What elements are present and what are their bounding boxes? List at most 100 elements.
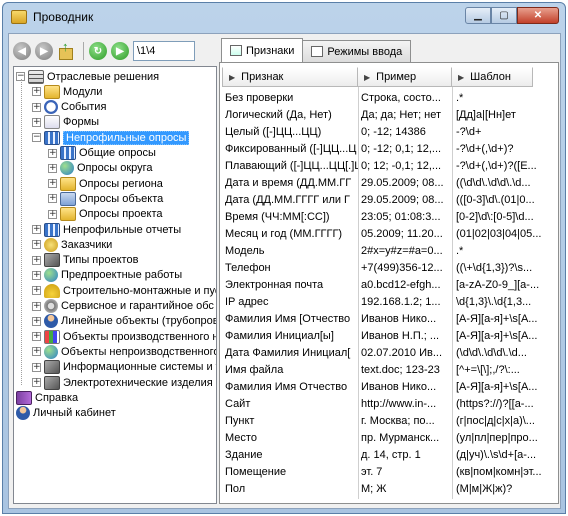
table-row[interactable]: Плавающий ([-]ЦЦ...ЦЦ[.]Ц 0; 12; -0,1; 12… <box>222 157 552 174</box>
money-icon <box>44 237 58 252</box>
tree-item[interactable]: + Сервисное и гарантийное обс <box>32 299 214 314</box>
expand-toggle[interactable]: + <box>48 148 57 158</box>
expand-toggle[interactable]: + <box>32 240 41 250</box>
tree-item-label: Опросы региона <box>79 177 163 190</box>
table-row[interactable]: Целый ([-]ЦЦ...ЦЦ) 0; -12; 14386 -?\d+ <box>222 123 552 140</box>
table-row[interactable]: IP адрес 192.168.1.2; 1... \d{1,3}\.\d{1,3… <box>222 293 552 310</box>
path-input[interactable]: \1\4 <box>133 41 195 61</box>
tree-item[interactable]: + Модули <box>32 84 102 99</box>
expand-toggle[interactable]: + <box>32 87 41 97</box>
table-row[interactable]: Телефон +7(499)356-12... ((\+\d{1,3})?\s..… <box>222 259 552 276</box>
tree-item[interactable]: + Строительно-монтажные и пус <box>32 283 216 298</box>
table-row[interactable]: Пункт г. Москва; по... (г|пос|д|с|х|а)\... <box>222 412 552 429</box>
collapse-toggle[interactable]: − <box>32 133 41 143</box>
feature-cell: Имя файла <box>225 363 284 376</box>
expand-toggle[interactable]: + <box>32 347 41 357</box>
expand-toggle[interactable]: + <box>48 209 57 219</box>
minimize-button[interactable]: ▁ <box>465 7 491 24</box>
expand-toggle[interactable]: + <box>32 286 41 296</box>
table-row[interactable]: Сайт http://www.in-... (https?://)?[[a-... <box>222 395 552 412</box>
table-row[interactable]: Время (ЧЧ:ММ[:СС]) 23:05; 01:08:3... [0-2]… <box>222 208 552 225</box>
tab-features[interactable]: Признаки <box>221 38 304 62</box>
tree-subitem[interactable]: + Опросы проекта <box>48 207 163 222</box>
app-icon <box>11 10 27 24</box>
tree-item[interactable]: − Непрофильные опросы <box>32 130 190 145</box>
expand-toggle[interactable]: + <box>32 270 41 280</box>
go-button[interactable]: ▶ <box>111 42 129 60</box>
tree-item[interactable]: Справка <box>16 390 78 405</box>
tree-item[interactable]: + События <box>32 100 106 115</box>
folder-up-icon[interactable] <box>57 39 75 60</box>
expand-toggle[interactable]: + <box>32 117 41 127</box>
tree-subitem[interactable]: + Опросы объекта <box>48 191 163 206</box>
close-button[interactable]: ✕ <box>517 7 559 24</box>
table-row[interactable]: Дата Фамилия Инициал[02.07.2010 Ив... (\d… <box>222 344 552 361</box>
tab-input-modes-label: Режимы ввода <box>327 45 403 58</box>
tree-item[interactable]: + Объекты непроизводственного <box>32 344 216 359</box>
table-row[interactable]: Фиксированный ([-]ЦЦ...Ц 0; -12; 0,1; 12,… <box>222 140 552 157</box>
lines-icon <box>44 360 60 375</box>
table-row[interactable]: Модель 2#x=y#z=#a=0... .* <box>222 242 552 259</box>
grid-icon <box>44 222 60 237</box>
table-row[interactable]: Пол М; Ж (М|м|Ж|ж)? <box>222 480 552 497</box>
tree-item[interactable]: + Предпроектные работы <box>32 268 182 283</box>
expand-toggle[interactable]: + <box>32 362 41 372</box>
table-row[interactable]: Дата и время (ДД.ММ.ГГ 29.05.2009; 08... (… <box>222 174 552 191</box>
column-header-example[interactable]: ▶ Пример <box>357 67 452 87</box>
maximize-button[interactable]: ▢ <box>491 7 517 24</box>
tab-input-modes[interactable]: Режимы ввода <box>302 40 412 62</box>
tree-subitem[interactable]: + Общие опросы <box>48 146 156 161</box>
tree-item[interactable]: + Электротехнические изделия <box>32 375 213 390</box>
table-row[interactable]: Логический (Да, Нет) Да; да; Нет; нет [Дд]… <box>222 106 552 123</box>
expand-toggle[interactable]: + <box>32 102 41 112</box>
tree-subitem[interactable]: + Опросы региона <box>48 176 163 191</box>
expand-toggle[interactable]: + <box>32 225 41 234</box>
title-bar[interactable]: Проводник ▁ ▢ ✕ <box>3 3 565 31</box>
forward-button[interactable]: ▶ <box>35 42 53 60</box>
table-row[interactable]: Дата (ДД.ММ.ГГГГ или Г 29.05.2009; 08... (… <box>222 191 552 208</box>
expand-toggle[interactable]: + <box>48 179 57 189</box>
expand-toggle[interactable]: + <box>32 332 41 342</box>
tree-item[interactable]: + Заказчики <box>32 237 112 252</box>
table-row[interactable]: Помещение эт. 7 (кв|пом|комн|эт... <box>222 463 552 480</box>
tree-item[interactable]: + Линейные объекты (трубопров <box>32 314 216 329</box>
table-row[interactable]: Здание д. 14, стр. 1 (д|уч)\.\s\d+[а-... <box>222 446 552 463</box>
gear-icon <box>44 299 58 313</box>
example-cell: Иванов Нико... <box>361 312 437 325</box>
example-cell: Да; да; Нет; нет <box>361 108 442 121</box>
table-row[interactable]: Место пр. Мурманск... (ул|пл|пер|про... <box>222 429 552 446</box>
table-row[interactable]: Фамилия Инициал[ы] Иванов Н.П.; ... [А-Я][… <box>222 327 552 344</box>
tree-item[interactable]: Личный кабинет <box>16 406 116 421</box>
tree-item[interactable]: + Объекты производственного н <box>32 329 216 344</box>
refresh-button[interactable]: ↻ <box>89 42 107 60</box>
back-button[interactable]: ◀ <box>13 42 31 60</box>
tree-subitem[interactable]: + Опросы округа <box>48 161 153 176</box>
expand-toggle[interactable]: + <box>32 301 41 311</box>
table-row[interactable]: Месяц и год (ММ.ГГГГ) 05.2009; 11.20... (0… <box>222 225 552 242</box>
table-row[interactable]: Электронная почта a0.bcd12-efgh... [a-zA-Z… <box>222 276 552 293</box>
tree-root[interactable]: − Отраслевые решения <box>16 69 159 84</box>
template-cell: [0-2]\d\:[0-5]\d... <box>456 210 534 223</box>
column-header-feature[interactable]: ▶ Признак <box>222 67 358 87</box>
example-cell: +7(499)356-12... <box>361 261 443 274</box>
expand-toggle[interactable]: + <box>32 316 41 326</box>
grid-rows: Без проверки Строка, состо... .* Логический… <box>222 89 552 497</box>
expand-toggle[interactable]: + <box>48 194 57 204</box>
expand-toggle[interactable]: + <box>32 255 41 265</box>
expand-toggle[interactable]: + <box>48 163 57 173</box>
tree-item-label: Непрофильные отчеты <box>63 223 182 236</box>
tree-item[interactable]: + Информационные системы и т <box>32 360 216 375</box>
tree-item[interactable]: + Типы проектов <box>32 253 138 268</box>
tree-item[interactable]: + Непрофильные отчеты <box>32 222 181 237</box>
column-header-template[interactable]: ▶ Шаблон <box>451 67 533 87</box>
feature-cell: Здание <box>225 448 263 461</box>
tree-item-label: Заказчики <box>61 238 113 251</box>
navigation-tree[interactable]: − Отраслевые решения + Модули + События + Формы… <box>13 66 217 504</box>
table-row[interactable]: Без проверки Строка, состо... .* <box>222 89 552 106</box>
table-row[interactable]: Имя файла text.doc; 123-23 [^+=\[\];,/?\:.… <box>222 361 552 378</box>
table-row[interactable]: Фамилия Имя Отчество Иванов Нико... [А-Я][… <box>222 378 552 395</box>
tree-item-label: Общие опросы <box>79 147 156 159</box>
tree-item[interactable]: + Формы <box>32 115 99 130</box>
expand-toggle[interactable]: + <box>32 378 41 387</box>
table-row[interactable]: Фамилия Имя [Отчество Иванов Нико... [А-Я]… <box>222 310 552 327</box>
